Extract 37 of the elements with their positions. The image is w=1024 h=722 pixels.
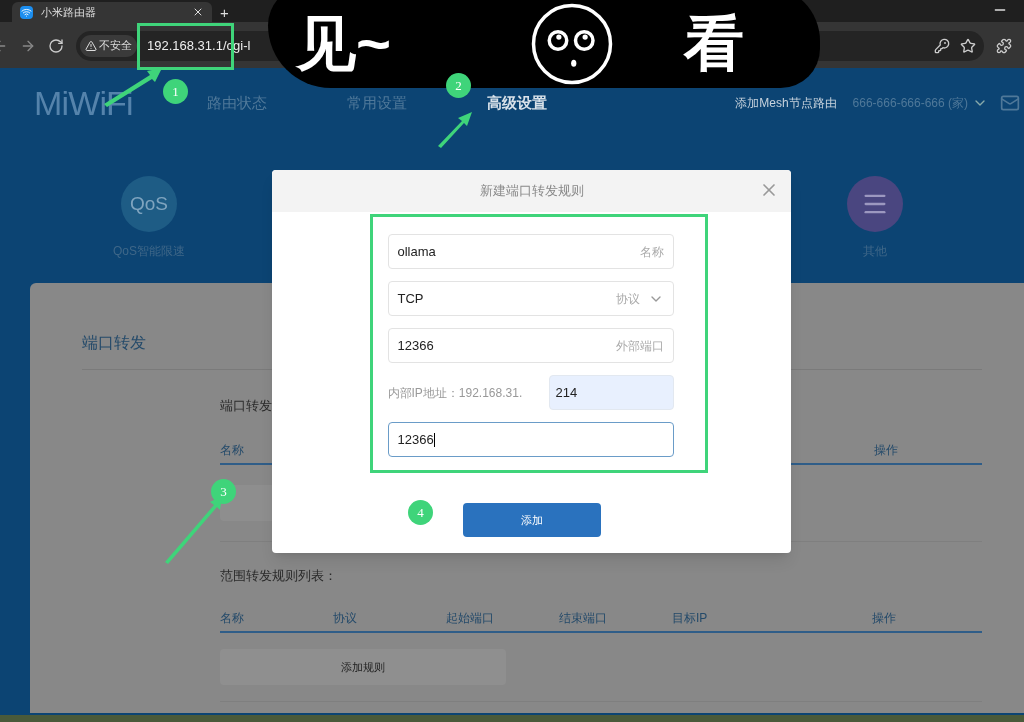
mesh-link[interactable]: 添加Mesh节点路由 <box>735 94 837 112</box>
sticker-text: 见~ <box>296 14 393 74</box>
column-header: 起始端口 <box>446 610 495 627</box>
column-header: 名称 <box>220 441 244 459</box>
input-field[interactable]: 12366 外部端口 <box>387 328 674 363</box>
add-rule-button[interactable]: 添加规则 <box>220 649 506 685</box>
nav-tab[interactable]: 高级设置 <box>486 91 547 115</box>
star-icon[interactable] <box>960 37 976 54</box>
security-badge[interactable]: 不安全 <box>80 34 137 57</box>
column-header: 结束端口 <box>559 610 608 627</box>
key-icon[interactable] <box>934 37 950 54</box>
menu-feature-icon[interactable] <box>847 176 903 232</box>
browser-tab[interactable]: 小米路由器 <box>12 2 212 22</box>
column-header: 操作 <box>874 441 898 459</box>
close-icon[interactable] <box>192 6 204 18</box>
ip-suffix-field[interactable]: 214 <box>548 375 674 410</box>
subsection-title: 范围转发规则列表： <box>220 566 338 585</box>
subsection-title: 端口转发 <box>220 397 273 415</box>
section-title: 端口转发 <box>82 334 146 351</box>
dialog-title: 新建端口转发规则 <box>479 182 584 201</box>
new-tab-button[interactable]: + <box>220 5 229 20</box>
column-header: 协议 <box>333 610 358 627</box>
extensions-icon[interactable] <box>996 37 1012 54</box>
logo: MiWiFi <box>34 82 133 124</box>
add-button[interactable]: 添加 <box>462 503 601 537</box>
ip-prefix-label: 内部IP地址：192.168.31. <box>387 384 523 402</box>
sticker-text: 看 <box>684 14 744 74</box>
column-header: 名称 <box>220 610 245 627</box>
wifi-icon <box>20 5 33 19</box>
column-header: 目标IP <box>672 610 709 627</box>
protocol-select[interactable]: TCP 协议 <box>387 281 674 316</box>
input-field[interactable]: 12366 <box>387 422 674 457</box>
column-header: 操作 <box>872 610 897 627</box>
input-field[interactable]: ollama 名称 <box>387 234 674 269</box>
reload-icon[interactable] <box>48 37 64 54</box>
warning-icon <box>85 39 97 52</box>
arrow-icon <box>438 112 472 148</box>
